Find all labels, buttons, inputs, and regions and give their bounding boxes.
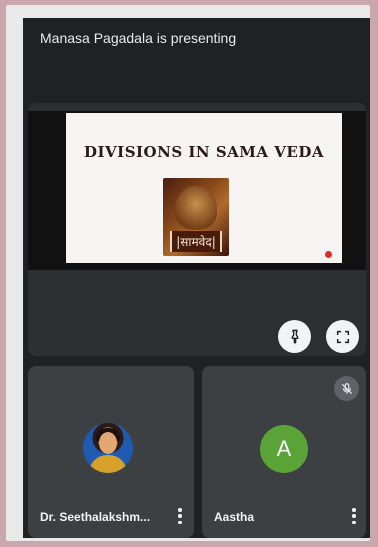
- more-options-icon[interactable]: [178, 508, 182, 524]
- participant-name: Aastha: [214, 510, 255, 524]
- fullscreen-button[interactable]: [326, 320, 359, 353]
- fullscreen-icon: [336, 330, 349, 343]
- sama-veda-book-image: |सामवेद|: [163, 178, 229, 256]
- mic-off-glyph: [341, 382, 352, 394]
- more-options-icon[interactable]: [352, 508, 356, 524]
- avatar-face: [99, 432, 117, 454]
- presentation-slide: DIVISIONS IN SAMA VEDA |सामवेद|: [66, 113, 342, 263]
- avatar-clothing: [89, 455, 127, 473]
- slide-title: DIVISIONS IN SAMA VEDA: [84, 143, 324, 161]
- mic-off-icon: [334, 376, 359, 401]
- participant-avatar-letter: A: [260, 425, 308, 473]
- participant-name: Dr. Seethalakshm...: [40, 510, 151, 524]
- pin-button[interactable]: [278, 320, 311, 353]
- participant-avatar: [83, 423, 133, 473]
- pin-icon: [291, 329, 298, 344]
- recording-dot: [325, 251, 332, 258]
- book-illustration: [175, 186, 217, 230]
- book-label: |सामवेद|: [170, 231, 222, 252]
- presenting-banner: Manasa Pagadala is presenting: [40, 30, 237, 46]
